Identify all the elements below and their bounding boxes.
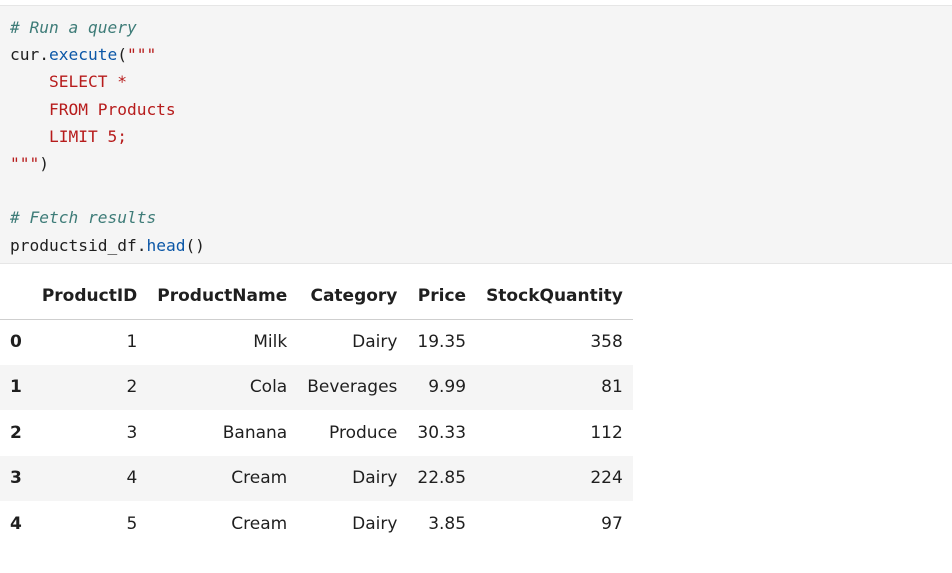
table-row: 4 5 Cream Dairy 3.85 97 [0,501,633,547]
table-cell: 81 [601,377,623,398]
column-header: StockQuantity [476,274,633,320]
table-cell: Beverages [307,377,398,398]
column-header: Category [297,274,408,320]
code-line: # Run a query [10,14,205,41]
column-header: ProductName [147,274,298,320]
table-cell: 2 [126,377,138,398]
code-cell[interactable]: # Run a query cur.execute(""" SELECT * FR… [0,5,952,264]
code-line: FROM Products [10,96,205,123]
table-row: 1 2 Cola Beverages 9.99 81 [0,364,633,410]
table-cell: Dairy [352,332,398,352]
code-token: () [185,235,205,255]
code-token: """ [126,45,157,65]
code-line: SELECT * [10,68,205,95]
table-cell: 4 [126,468,138,489]
table-cell: 9.99 [428,377,467,398]
code-token: ( [117,45,127,65]
table-cell: 224 [590,468,623,489]
code-token: cur. [10,45,49,65]
table-cell: 22.85 [417,468,467,489]
code-line: productsid_df.head() [10,232,205,259]
table-cell: 97 [601,513,623,534]
table-header-row: ProductID ProductName Category Price StockQu… [0,274,633,320]
table-cell: 3 [126,422,138,443]
index-header [0,274,32,320]
row-index: 4 [10,513,22,534]
code-token: execute [48,45,118,65]
code-line: cur.execute(""" [10,41,205,68]
table-cell: Milk [253,332,288,352]
code-line: """) [10,150,205,177]
table-row: 0 1 Milk Dairy 19.35 358 [0,319,633,365]
table-cell: 30.33 [417,422,467,443]
table-cell: Dairy [352,513,398,534]
table-row: 3 4 Cream Dairy 22.85 224 [0,455,633,501]
dataframe-table: ProductID ProductName Category Price StockQu… [0,274,633,547]
row-index: 0 [10,332,22,352]
code-line: # Fetch results [10,204,205,231]
table-cell: 5 [126,513,138,534]
table-cell: Banana [222,422,288,443]
row-index: 1 [10,377,22,398]
code-token: FROM Products [10,99,176,119]
table-cell: 3.85 [428,513,467,534]
code-token: SELECT * [10,72,127,92]
code-token: # Run a query [10,18,137,37]
code-token: productsid_df. [10,235,147,255]
code-token: ) [39,153,49,173]
row-index: 3 [10,468,22,489]
column-header: Price [407,274,477,320]
code-editor[interactable]: # Run a query cur.execute(""" SELECT * FR… [10,14,205,259]
cell-output: ProductID ProductName Category Price StockQu… [0,274,633,547]
code-token: LIMIT 5; [10,126,127,146]
code-token: """ [10,153,40,173]
table-cell: Cream [231,468,288,489]
code-line: LIMIT 5; [10,123,205,150]
table-row: 2 3 Banana Produce 30.33 112 [0,410,633,456]
table-cell: 19.35 [417,332,467,352]
table-cell: 1 [126,332,138,352]
table-cell: Cream [231,513,288,534]
table-cell: Produce [329,422,398,443]
column-header: ProductID [31,274,148,320]
code-token: # Fetch results [10,208,157,228]
table-cell: 358 [590,332,623,352]
table-cell: Dairy [352,468,398,489]
table-cell: 112 [590,422,623,443]
table-cell: Cola [249,377,288,398]
row-index: 2 [10,422,22,443]
code-token: head [146,235,186,255]
